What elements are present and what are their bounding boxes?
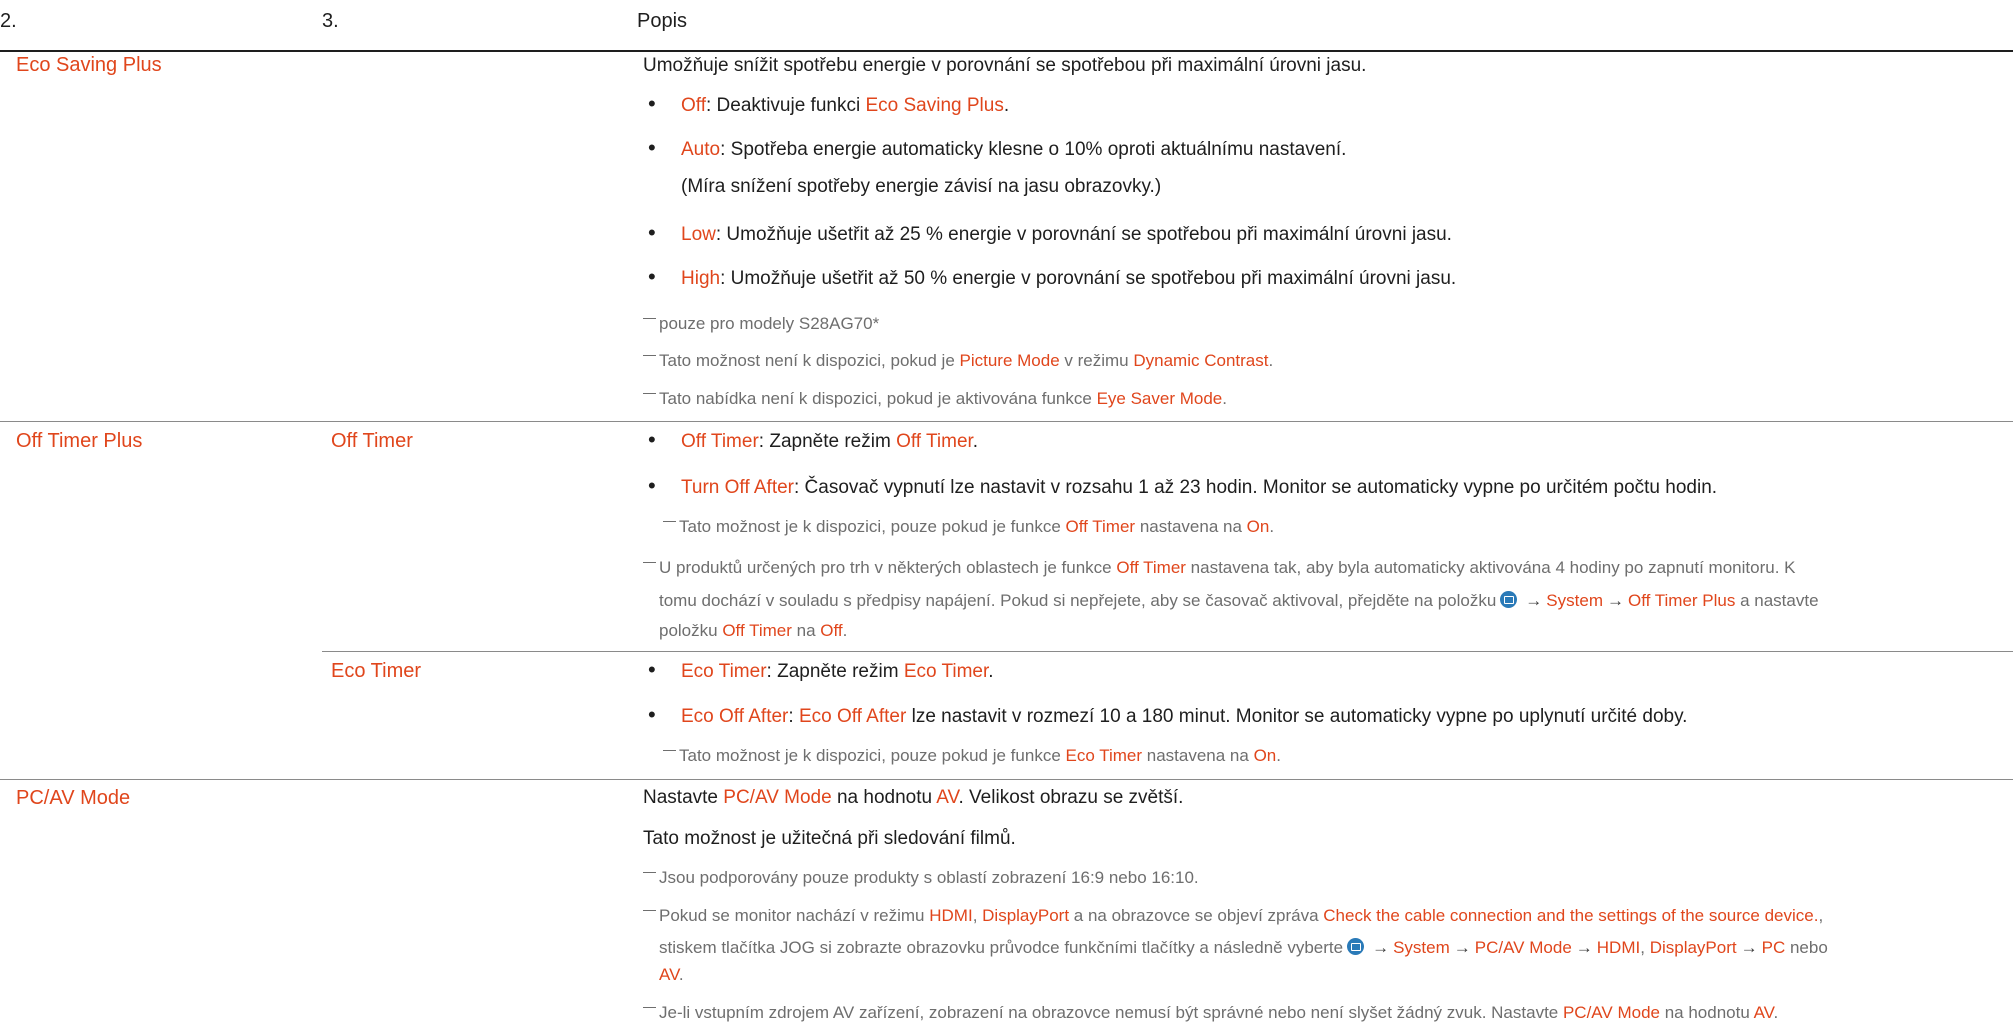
eco-saving-plus-label: Eco Saving Plus bbox=[16, 54, 162, 76]
note-dash-icon bbox=[663, 521, 676, 522]
header-col-2: 3. bbox=[322, 10, 339, 32]
manual-page: 2. 3. Popis Eco Saving Plus Umožňuje sní… bbox=[0, 0, 2013, 1034]
note-dash-icon bbox=[663, 750, 676, 751]
pc-av-note-source-line1: Pokud se monitor nachází v režimu HDMI, … bbox=[643, 903, 1823, 929]
arrow-icon: → bbox=[1453, 938, 1471, 957]
header-col-3: Popis bbox=[637, 10, 688, 32]
table-header: 2. 3. Popis bbox=[0, 0, 2013, 52]
eco-saving-note-models: pouze pro modely S28AG70* bbox=[643, 311, 879, 337]
menu-icon bbox=[1347, 938, 1365, 955]
eco-timer-item: • Eco Timer: Zapněte režim Eco Timer. bbox=[648, 657, 994, 682]
eco-saving-note-eye-saver: Tato nabídka není k dispozici, pokud je … bbox=[643, 386, 1227, 412]
pc-av-usefulness: Tato možnost je užitečná při sledování f… bbox=[643, 828, 1016, 849]
note-dash-icon bbox=[643, 562, 656, 563]
menu-icon bbox=[1500, 591, 1518, 608]
bullet-icon: • bbox=[648, 702, 656, 727]
bullet-icon: • bbox=[648, 473, 656, 498]
off-timer-sublabel: Off Timer bbox=[331, 430, 413, 452]
bullet-icon: • bbox=[648, 427, 656, 452]
off-timer-item: • Off Timer: Zapněte režim Off Timer. bbox=[648, 427, 979, 452]
bullet-icon: • bbox=[648, 91, 656, 116]
off-timer-plus-label: Off Timer Plus bbox=[16, 430, 143, 452]
pc-av-note-source-line2: stiskem tlačítka JOG si zobrazte obrazov… bbox=[659, 938, 1828, 957]
pc-av-note-aspect: Jsou podporovány pouze produkty s oblast… bbox=[643, 865, 1199, 891]
eco-timer-sublabel: Eco Timer bbox=[331, 660, 422, 682]
arrow-icon: → bbox=[1606, 591, 1624, 610]
arrow-icon: → bbox=[1372, 938, 1390, 957]
off-timer-region-note-line1: U produktů určených pro trh v některých … bbox=[643, 555, 1795, 581]
header-col-1: 2. bbox=[0, 10, 17, 32]
eco-saving-high-item: • High: Umožňuje ušetřit až 50 % energie … bbox=[648, 264, 1457, 289]
bullet-icon: • bbox=[648, 135, 656, 160]
pc-av-note-av-source: Je-li vstupním zdrojem AV zařízení, zobr… bbox=[643, 1000, 1778, 1026]
eco-saving-intro: Umožňuje snížit spotřebu energie v porov… bbox=[643, 55, 1367, 76]
off-timer-subnote: Tato možnost je k dispozici, pouze pokud… bbox=[663, 514, 1274, 540]
arrow-icon: → bbox=[1740, 938, 1758, 957]
pc-av-intro: Nastavte PC/AV Mode na hodnotu AV. Velik… bbox=[643, 787, 1184, 808]
note-dash-icon bbox=[643, 393, 656, 394]
eco-saving-off-item: • Off: Deaktivuje funkci Eco Saving Plus. bbox=[648, 91, 1010, 116]
note-dash-icon bbox=[643, 1007, 656, 1008]
note-dash-icon bbox=[643, 910, 656, 911]
row-divider bbox=[0, 421, 2013, 422]
note-dash-icon bbox=[643, 318, 656, 319]
pc-av-note-source-line3: AV. bbox=[659, 965, 684, 984]
arrow-icon: → bbox=[1575, 938, 1593, 957]
eco-saving-auto-item: • Auto: Spotřeba energie automaticky kles… bbox=[648, 135, 1347, 160]
eco-saving-note-picture-mode: Tato možnost není k dispozici, pokud je … bbox=[643, 348, 1273, 374]
eco-off-after-item: • Eco Off After: Eco Off After lze nastav… bbox=[648, 702, 1688, 727]
bullet-icon: • bbox=[648, 657, 656, 682]
eco-saving-low-item: • Low: Umožňuje ušetřit až 25 % energie v… bbox=[648, 220, 1452, 245]
eco-timer-subnote: Tato možnost je k dispozici, pouze pokud… bbox=[663, 743, 1281, 769]
eco-saving-auto-note: (Míra snížení spotřeby energie závisí na… bbox=[681, 176, 1162, 197]
bullet-icon: • bbox=[648, 220, 656, 245]
note-dash-icon bbox=[643, 355, 656, 356]
turn-off-after-item: • Turn Off After: Časovač vypnutí lze nas… bbox=[648, 473, 1718, 498]
off-timer-region-note-line3: položku Off Timer na Off. bbox=[659, 621, 848, 640]
pc-av-mode-label: PC/AV Mode bbox=[16, 787, 131, 809]
row-divider bbox=[322, 651, 2013, 652]
arrow-icon: → bbox=[1525, 591, 1543, 610]
note-dash-icon bbox=[643, 872, 656, 873]
off-timer-region-note-line2: tomu dochází v souladu s předpisy napáje… bbox=[659, 591, 1819, 610]
row-divider bbox=[0, 779, 2013, 780]
bullet-icon: • bbox=[648, 264, 656, 289]
